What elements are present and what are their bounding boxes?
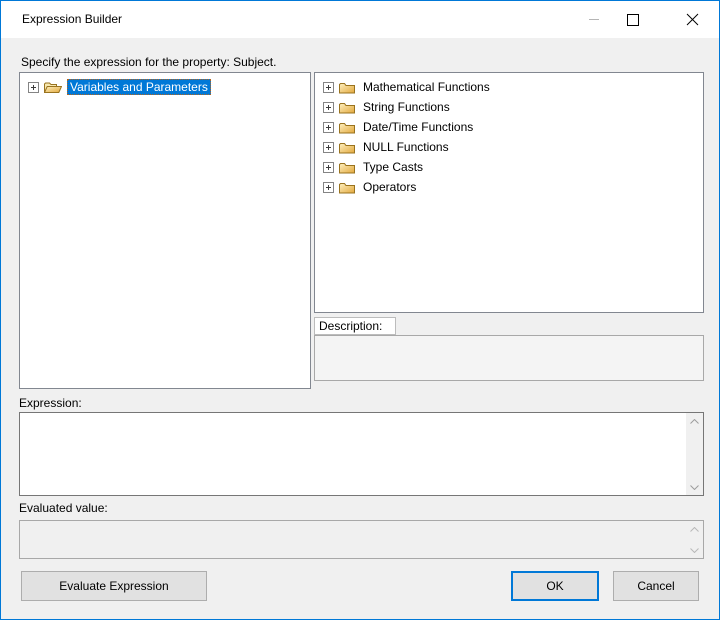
evaluated-scrollbar: [686, 521, 703, 558]
tree-item-label[interactable]: Operators: [360, 179, 419, 195]
folder-closed-icon: [339, 141, 355, 154]
tree-item-operators[interactable]: Operators: [323, 177, 703, 197]
close-button[interactable]: [665, 1, 720, 38]
expression-value[interactable]: [23, 415, 683, 493]
ok-button[interactable]: OK: [511, 571, 599, 601]
expression-input[interactable]: [19, 412, 704, 496]
evaluate-expression-button[interactable]: Evaluate Expression: [21, 571, 207, 601]
expression-scrollbar[interactable]: [686, 413, 703, 495]
expand-plus-icon[interactable]: [323, 182, 334, 193]
expression-builder-dialog: Expression Builder Specify the expressio…: [0, 0, 720, 620]
tree-item-mathematical-functions[interactable]: Mathematical Functions: [323, 77, 703, 97]
chevron-down-icon: [690, 548, 699, 553]
tree-item-label[interactable]: NULL Functions: [360, 139, 452, 155]
expand-plus-icon[interactable]: [323, 142, 334, 153]
scroll-up-button[interactable]: [686, 413, 703, 429]
window-title: Expression Builder: [22, 12, 122, 26]
scroll-up-button: [686, 521, 703, 537]
description-value: [318, 338, 683, 378]
tree-item-label[interactable]: Mathematical Functions: [360, 79, 493, 95]
tree-item-label[interactable]: Variables and Parameters: [67, 79, 211, 95]
folder-closed-icon: [339, 121, 355, 134]
evaluated-value-label: Evaluated value:: [19, 501, 108, 515]
chevron-down-icon: [690, 485, 699, 490]
expand-plus-icon[interactable]: [323, 82, 334, 93]
close-icon: [686, 13, 699, 26]
folder-closed-icon: [339, 161, 355, 174]
tree-item-type-casts[interactable]: Type Casts: [323, 157, 703, 177]
folder-open-icon: [44, 81, 62, 94]
chevron-up-icon: [690, 419, 699, 424]
title-bar[interactable]: Expression Builder: [1, 1, 719, 38]
scroll-down-button[interactable]: [686, 479, 703, 495]
functions-tree-panel[interactable]: Mathematical Functions String Functions …: [314, 72, 704, 313]
evaluated-value-text: [23, 523, 683, 556]
tree-item-label[interactable]: Type Casts: [360, 159, 426, 175]
tree-item-datetime-functions[interactable]: Date/Time Functions: [323, 117, 703, 137]
description-label: Description:: [314, 317, 396, 335]
variables-tree-panel[interactable]: Variables and Parameters: [19, 72, 311, 389]
maximize-button[interactable]: [610, 1, 655, 38]
chevron-up-icon: [690, 527, 699, 532]
maximize-icon: [627, 14, 639, 26]
tree-item-null-functions[interactable]: NULL Functions: [323, 137, 703, 157]
description-box: [314, 335, 704, 381]
folder-closed-icon: [339, 181, 355, 194]
tree-item-string-functions[interactable]: String Functions: [323, 97, 703, 117]
expand-plus-icon[interactable]: [323, 102, 334, 113]
folder-closed-icon: [339, 101, 355, 114]
instruction-label: Specify the expression for the property:…: [21, 55, 276, 69]
scroll-down-button: [686, 542, 703, 558]
expand-plus-icon[interactable]: [323, 122, 334, 133]
tree-item-label[interactable]: Date/Time Functions: [360, 119, 476, 135]
evaluated-value-box: [19, 520, 704, 559]
folder-closed-icon: [339, 81, 355, 94]
tree-item-label[interactable]: String Functions: [360, 99, 453, 115]
minimize-icon: [589, 19, 599, 20]
cancel-button[interactable]: Cancel: [613, 571, 699, 601]
expand-plus-icon[interactable]: [323, 162, 334, 173]
expand-plus-icon[interactable]: [28, 82, 39, 93]
tree-item-variables-and-parameters[interactable]: Variables and Parameters: [28, 77, 310, 97]
expression-label: Expression:: [19, 396, 82, 410]
